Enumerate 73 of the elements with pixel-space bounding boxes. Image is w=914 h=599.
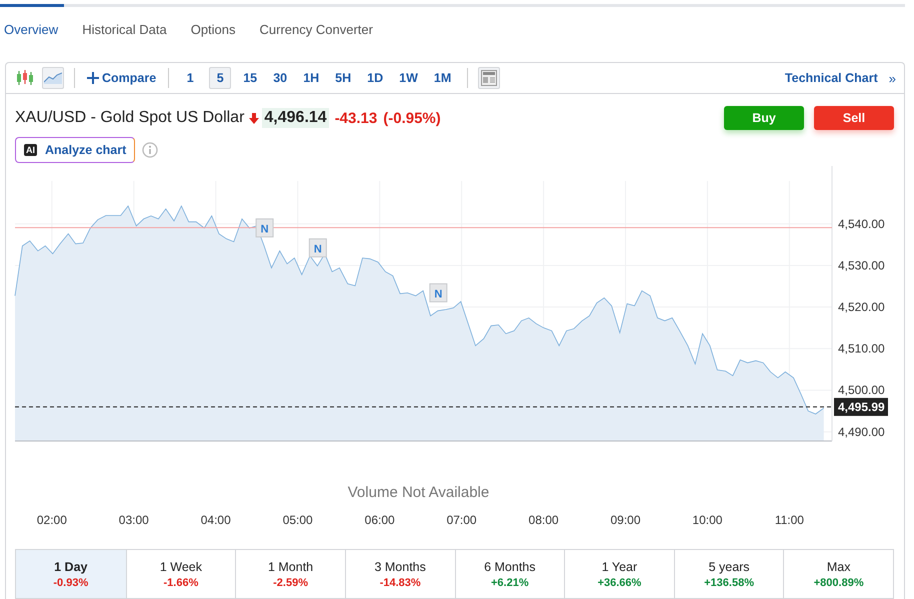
x-axis-label: 02:00: [36, 513, 67, 527]
volume-note: Volume Not Available: [348, 484, 490, 501]
interval-button[interactable]: 5: [209, 67, 232, 89]
period-change: +6.21%: [491, 576, 529, 588]
period-change: +36.66%: [598, 576, 642, 588]
period-change: +136.58%: [704, 576, 754, 588]
ref-line-label: 4,495.99: [838, 400, 886, 414]
period-change: +800.89%: [814, 576, 864, 588]
interval-button[interactable]: 5H: [331, 67, 356, 89]
nav-tab[interactable]: Currency Converter: [260, 22, 373, 36]
interval-button[interactable]: 30: [269, 67, 292, 89]
layout-button[interactable]: [478, 67, 500, 89]
period-label: 6 Months: [484, 560, 536, 574]
period-label: 1 Year: [602, 560, 638, 574]
news-marker[interactable]: N: [308, 238, 327, 258]
annotation: N: [314, 243, 322, 256]
plus-icon: [87, 72, 99, 84]
period-label: 1 Week: [160, 560, 202, 574]
interval-button[interactable]: 1W: [395, 67, 422, 89]
info-icon[interactable]: [142, 142, 158, 158]
compare-button[interactable]: Compare: [85, 71, 158, 85]
interval-button[interactable]: 1H: [299, 67, 324, 89]
x-axis-label: 10:00: [692, 513, 722, 527]
y-axis-label: 4,510.00: [838, 342, 885, 356]
period-label: 5 years: [708, 560, 750, 574]
annotation: N: [260, 223, 269, 236]
area-chart-icon: [44, 72, 62, 84]
interval-button[interactable]: 1: [179, 67, 202, 89]
price-change-percent: (-0.95%): [383, 110, 441, 126]
price-change: -43.13: [334, 110, 378, 126]
news-marker[interactable]: N: [256, 218, 274, 238]
last-price-label: 4,495.99: [834, 398, 888, 416]
chevron-icon: »: [888, 70, 896, 86]
x-axis-label: 07:00: [446, 513, 477, 527]
nav-tab[interactable]: Options: [190, 22, 236, 36]
x-axis-label: 11:00: [774, 513, 804, 527]
x-axis-label: 03:00: [118, 513, 149, 527]
period-change: -1.66%: [164, 576, 198, 588]
x-axis-label: 05:00: [282, 513, 313, 527]
period-label: 1 Day: [54, 560, 88, 574]
period-change: -0.93%: [53, 576, 88, 588]
technical-chart-link[interactable]: Technical Chart: [784, 71, 878, 85]
interval-button[interactable]: 1D: [363, 67, 388, 89]
y-axis-label: 4,540.00: [838, 216, 885, 231]
buy-button[interactable]: Buy: [724, 106, 804, 130]
nav-tab[interactable]: Historical Data: [82, 22, 167, 36]
y-axis-label: 4,520.00: [838, 300, 885, 314]
x-axis-label: 06:00: [364, 513, 395, 527]
y-axis-label: 4,490.00: [838, 424, 885, 439]
period-change: -2.59%: [273, 576, 308, 588]
candlestick-icon: [16, 70, 34, 86]
x-axis-label: 09:00: [610, 513, 640, 527]
instrument-title: XAU/USD - Gold Spot US Dollar: [15, 109, 244, 127]
x-axis-label: 04:00: [200, 513, 231, 527]
tab-indicator: [0, 4, 64, 7]
period-tab[interactable]: 1 Day -0.93%: [16, 550, 126, 598]
period-label: 1 Month: [268, 560, 314, 574]
period-label: Max: [826, 560, 850, 574]
sell-button[interactable]: Sell: [814, 106, 894, 130]
news-marker[interactable]: N: [429, 283, 448, 302]
interval-button[interactable]: 15: [239, 67, 262, 89]
y-axis-label: 4,500.00: [838, 383, 885, 398]
chart-type-button[interactable]: [42, 67, 64, 89]
nav-tab[interactable]: Overview: [4, 22, 58, 36]
layout-icon: [481, 70, 498, 86]
analyze-chart-button[interactable]: AI Analyze chart: [15, 137, 136, 163]
y-axis-label: 4,530.00: [838, 258, 885, 272]
interval-button[interactable]: 1M: [430, 67, 456, 89]
period-label: 3 Months: [374, 560, 426, 574]
last-price: 4,496.14: [262, 108, 329, 128]
annotation: N: [434, 288, 442, 300]
x-axis-label: 08:00: [528, 513, 559, 527]
period-change: -14.83%: [380, 576, 421, 588]
